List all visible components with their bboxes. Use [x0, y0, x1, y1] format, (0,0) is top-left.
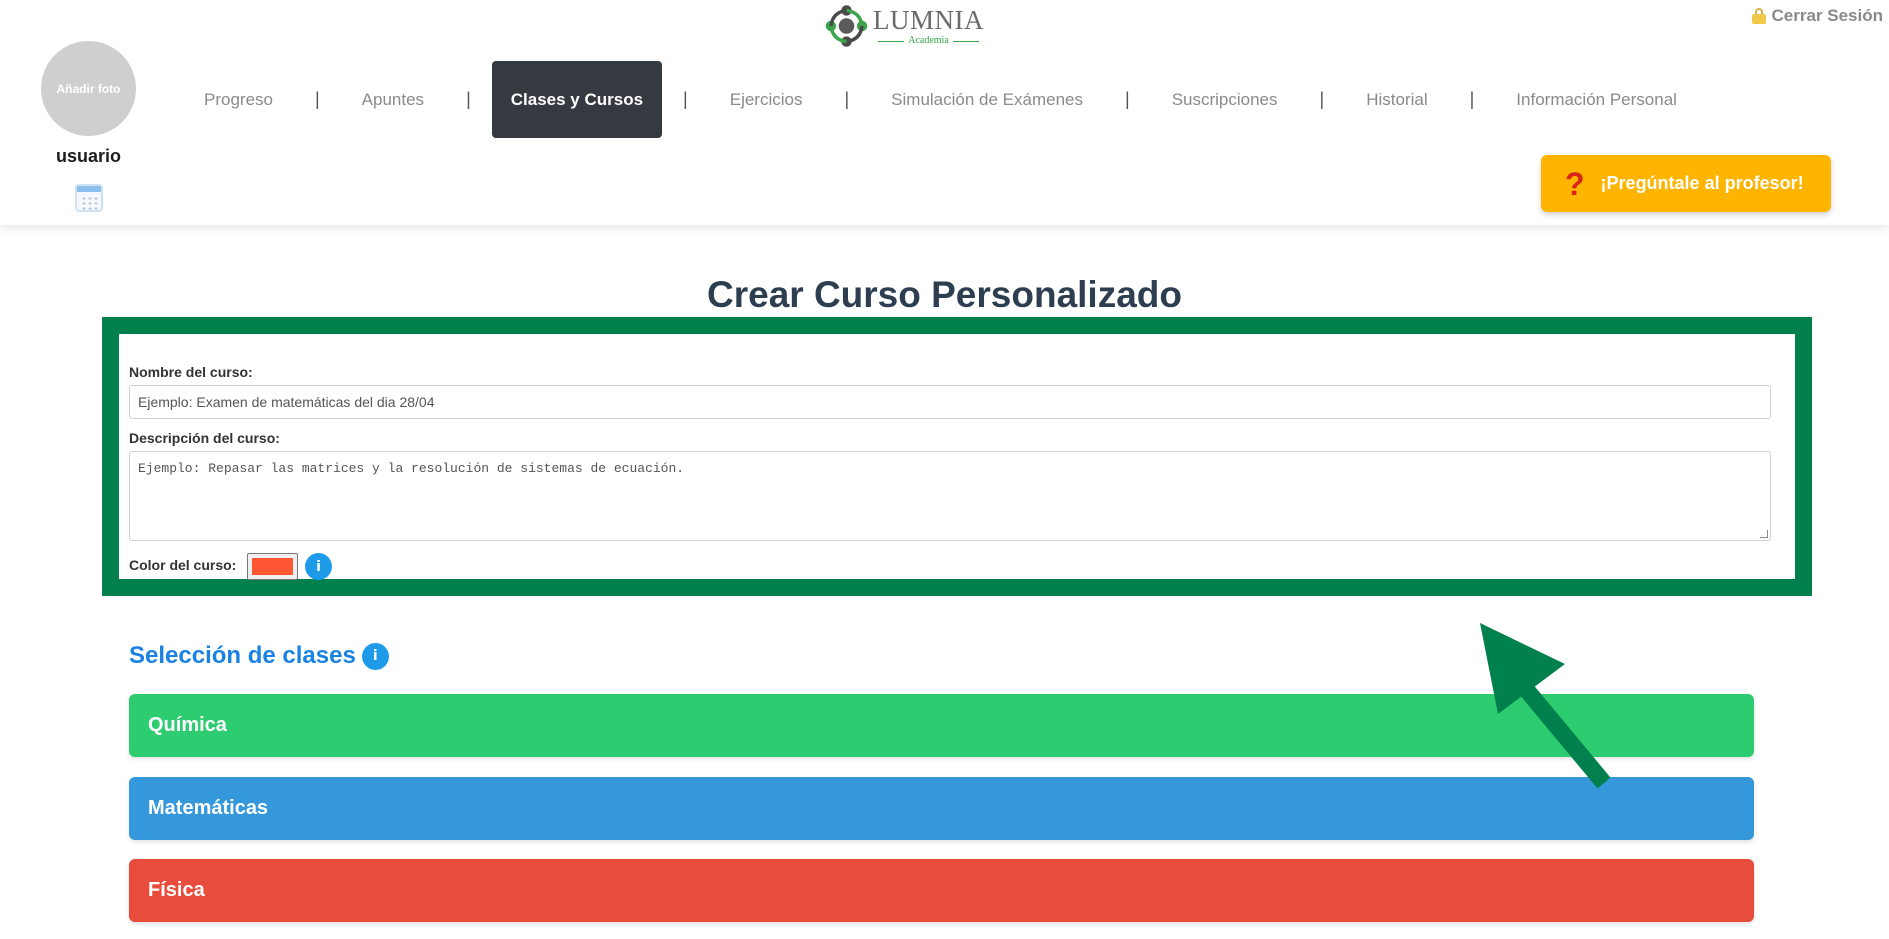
nav-separator: |: [1469, 89, 1475, 109]
nav-item-informacion-personal[interactable]: Información Personal: [1495, 61, 1698, 138]
nav-separator: |: [844, 89, 850, 109]
nav-item-ejercicios[interactable]: Ejercicios: [709, 61, 824, 138]
nav-item-historial[interactable]: Historial: [1345, 61, 1448, 138]
color-swatch-fill: [252, 558, 293, 575]
class-item-quimica[interactable]: Química: [129, 694, 1754, 757]
ask-teacher-label: ¡Pregúntale al profesor!: [1600, 173, 1804, 193]
logo-subtitle: Academia: [878, 35, 979, 47]
page-title: Crear Curso Personalizado: [707, 274, 1182, 315]
brand-logo[interactable]: LUMNIA Academia: [824, 0, 984, 52]
course-color-label: Color del curso:: [129, 557, 237, 573]
question-icon: ?: [1565, 165, 1585, 202]
class-item-matematicas[interactable]: Matemáticas: [129, 777, 1754, 840]
nav-item-progreso[interactable]: Progreso: [183, 61, 294, 138]
nav-separator: |: [1125, 89, 1130, 109]
nav-separator: |: [1319, 89, 1325, 109]
avatar[interactable]: Añadir foto: [41, 41, 136, 136]
ask-teacher-button[interactable]: ? ¡Pregúntale al profesor!: [1541, 155, 1831, 212]
resize-handle[interactable]: [1760, 530, 1768, 538]
page-root: LUMNIA Academia Cerrar Sesión Añadir fot…: [0, 0, 1889, 939]
course-description-textarea[interactable]: Ejemplo: Repasar las matrices y la resol…: [129, 451, 1771, 541]
logo-name: LUMNIA: [873, 5, 984, 35]
nav-item-clases-y-cursos[interactable]: Clases y Cursos: [491, 61, 663, 138]
lock-icon: [1751, 8, 1766, 24]
course-color-picker[interactable]: [247, 553, 298, 580]
logo-icon: [825, 5, 868, 47]
logo-text: LUMNIA Academia: [873, 5, 984, 47]
main-nav: Progreso | Apuntes | Clases y Cursos | E…: [183, 61, 1698, 138]
logout-label: Cerrar Sesión: [1771, 6, 1884, 25]
nav-item-simulacion-examenes[interactable]: Simulación de Exámenes: [870, 61, 1104, 138]
course-description-label: Descripción del curso:: [129, 430, 280, 446]
course-name-input[interactable]: Ejemplo: Examen de matemáticas del dia 2…: [129, 385, 1771, 419]
class-selection-label: Selección de clases: [129, 642, 356, 669]
course-form: Nombre del curso: Ejemplo: Examen de mat…: [102, 317, 1812, 596]
nav-item-apuntes[interactable]: Apuntes: [341, 61, 445, 138]
username: usuario: [55, 146, 121, 166]
nav-item-suscripciones[interactable]: Suscripciones: [1151, 61, 1299, 138]
class-item-fisica[interactable]: Física: [129, 859, 1754, 922]
nav-separator: |: [314, 89, 320, 109]
course-name-label: Nombre del curso:: [129, 364, 253, 380]
info-icon[interactable]: i: [361, 642, 389, 670]
avatar-label: Añadir foto: [56, 81, 121, 96]
class-selection-title: Selección de clases i: [129, 642, 389, 670]
info-icon[interactable]: i: [305, 553, 332, 580]
calendar-icon[interactable]: [75, 184, 103, 212]
nav-separator: |: [466, 89, 471, 109]
logo-subtitle-text: Academia: [908, 35, 949, 46]
course-description-placeholder: Ejemplo: Repasar las matrices y la resol…: [138, 461, 685, 476]
logout-button[interactable]: Cerrar Sesión: [1751, 6, 1884, 26]
nav-separator: |: [683, 89, 688, 109]
top-header: LUMNIA Academia Cerrar Sesión Añadir fot…: [0, 0, 1889, 225]
